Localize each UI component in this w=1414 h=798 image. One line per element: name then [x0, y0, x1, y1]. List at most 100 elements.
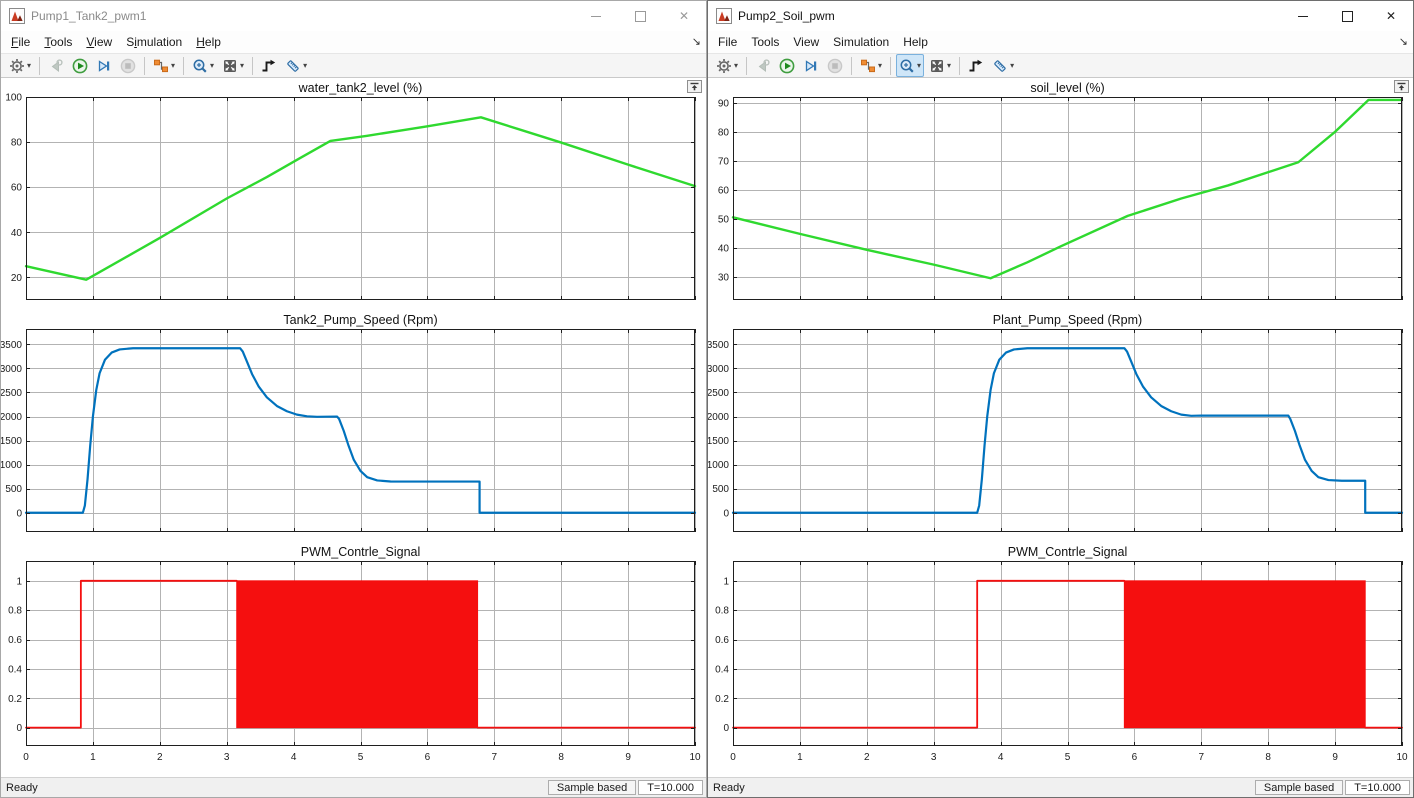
- stop-button[interactable]: [117, 54, 139, 77]
- step-back-button[interactable]: [45, 54, 67, 77]
- measurements-button[interactable]: ▾: [989, 54, 1017, 77]
- menu-tools[interactable]: Tools: [744, 33, 786, 51]
- simulink-blocks-icon: [860, 58, 876, 74]
- svg-text:0.2: 0.2: [715, 694, 729, 705]
- highlight-block-button[interactable]: ▾: [857, 54, 885, 77]
- svg-text:40: 40: [718, 243, 730, 254]
- statusbar: Ready Sample based T=10.000: [1, 777, 706, 797]
- dropdown-caret-icon[interactable]: ▾: [947, 62, 951, 70]
- tick-labels: 30405060708090: [718, 98, 730, 283]
- trigger-button[interactable]: [965, 54, 987, 77]
- step-forward-icon: [803, 58, 819, 74]
- measurements-icon: [285, 58, 301, 74]
- status-sim-time: T=10.000: [1345, 780, 1410, 795]
- dock-arrow-icon[interactable]: ↘: [1399, 37, 1408, 47]
- menu-view[interactable]: View: [79, 33, 119, 51]
- svg-text:30: 30: [718, 272, 730, 283]
- menu-simulation[interactable]: Simulation: [119, 33, 189, 51]
- minimize-button[interactable]: [574, 1, 618, 31]
- run-button[interactable]: [69, 54, 91, 77]
- svg-text:500: 500: [712, 484, 729, 495]
- stop-button[interactable]: [824, 54, 846, 77]
- menu-help[interactable]: Help: [189, 33, 228, 51]
- svg-text:4: 4: [998, 752, 1004, 763]
- svg-text:0: 0: [23, 752, 29, 763]
- dropdown-caret-icon[interactable]: ▾: [171, 62, 175, 70]
- run-button[interactable]: [776, 54, 798, 77]
- series-soil_level: [733, 100, 1402, 278]
- step-forward-button[interactable]: [800, 54, 822, 77]
- dropdown-caret-icon[interactable]: ▾: [1010, 62, 1014, 70]
- plot-area-plant-pump-speed-rpm-[interactable]: 0500100015002000250030003500: [733, 329, 1402, 532]
- plot-area-pwm-contrle-signal[interactable]: 00.20.40.60.81012345678910: [733, 561, 1402, 746]
- menu-items: FileToolsViewSimulationHelp: [708, 33, 935, 51]
- svg-text:2000: 2000: [708, 412, 729, 423]
- plot-area-soil-level-[interactable]: 30405060708090: [733, 97, 1402, 300]
- svg-text:3500: 3500: [1, 340, 22, 351]
- svg-text:100: 100: [5, 93, 22, 104]
- svg-text:7: 7: [1199, 752, 1205, 763]
- zoom-button[interactable]: ▾: [896, 54, 924, 77]
- configuration-button[interactable]: ▾: [713, 54, 741, 77]
- close-button[interactable]: ✕: [662, 1, 706, 31]
- menu-view[interactable]: View: [786, 33, 826, 51]
- dropdown-caret-icon[interactable]: ▾: [210, 62, 214, 70]
- plot-title: water_tank2_level (%): [26, 81, 695, 96]
- step-forward-button[interactable]: [93, 54, 115, 77]
- axis-ticks: [733, 329, 1403, 532]
- fit-to-view-button[interactable]: ▾: [926, 54, 954, 77]
- fit-to-view-button[interactable]: ▾: [219, 54, 247, 77]
- gear-icon: [716, 58, 732, 74]
- highlight-block-button[interactable]: ▾: [150, 54, 178, 77]
- minimize-button[interactable]: [1281, 1, 1325, 31]
- fit-to-view-icon: [929, 58, 945, 74]
- gridlines: [26, 97, 696, 300]
- fit-to-view-icon: [222, 58, 238, 74]
- window-title: Pump1_Tank2_pwm1: [31, 9, 146, 23]
- tick-labels: 20406080100: [5, 93, 22, 284]
- plot-area-tank2-pump-speed-rpm-[interactable]: 0500100015002000250030003500: [26, 329, 695, 532]
- plot-area-water-tank2-level-[interactable]: 20406080100: [26, 97, 695, 300]
- dropdown-caret-icon[interactable]: ▾: [240, 62, 244, 70]
- window-title: Pump2_Soil_pwm: [738, 9, 835, 23]
- svg-text:80: 80: [718, 127, 730, 138]
- axis-ticks: [733, 97, 1403, 300]
- trigger-button[interactable]: [258, 54, 280, 77]
- toolbar-separator: [183, 57, 184, 75]
- stop-icon: [120, 58, 136, 74]
- step-back-icon: [755, 58, 771, 74]
- menu-file[interactable]: File: [4, 33, 37, 51]
- svg-text:0: 0: [723, 723, 729, 734]
- svg-text:20: 20: [11, 273, 23, 284]
- step-back-button[interactable]: [752, 54, 774, 77]
- dropdown-caret-icon[interactable]: ▾: [303, 62, 307, 70]
- dropdown-caret-icon[interactable]: ▾: [734, 62, 738, 70]
- svg-text:6: 6: [1132, 752, 1138, 763]
- svg-text:2000: 2000: [1, 412, 22, 423]
- configuration-button[interactable]: ▾: [6, 54, 34, 77]
- close-button[interactable]: ✕: [1369, 1, 1413, 31]
- titlebar[interactable]: Pump1_Tank2_pwm1 ✕: [1, 1, 706, 31]
- svg-text:0: 0: [730, 752, 736, 763]
- menu-help[interactable]: Help: [896, 33, 935, 51]
- svg-text:40: 40: [11, 228, 23, 239]
- dropdown-caret-icon[interactable]: ▾: [878, 62, 882, 70]
- dropdown-caret-icon[interactable]: ▾: [27, 62, 31, 70]
- svg-text:2: 2: [157, 752, 163, 763]
- plot-area-pwm-contrle-signal[interactable]: 00.20.40.60.81012345678910: [26, 561, 695, 746]
- menu-file[interactable]: File: [711, 33, 744, 51]
- toolbar-separator: [851, 57, 852, 75]
- maximize-button[interactable]: [1325, 1, 1369, 31]
- measurements-button[interactable]: ▾: [282, 54, 310, 77]
- menu-simulation[interactable]: Simulation: [826, 33, 896, 51]
- zoom-button[interactable]: ▾: [189, 54, 217, 77]
- titlebar[interactable]: Pump2_Soil_pwm ✕: [708, 1, 1413, 31]
- maximize-button[interactable]: [618, 1, 662, 31]
- dock-arrow-icon[interactable]: ↘: [692, 37, 701, 47]
- toolbar-separator: [959, 57, 960, 75]
- menu-tools[interactable]: Tools: [37, 33, 79, 51]
- plot-border: [27, 98, 695, 300]
- svg-text:0.4: 0.4: [715, 664, 729, 675]
- dropdown-caret-icon[interactable]: ▾: [917, 62, 921, 70]
- plot-border: [734, 98, 1402, 300]
